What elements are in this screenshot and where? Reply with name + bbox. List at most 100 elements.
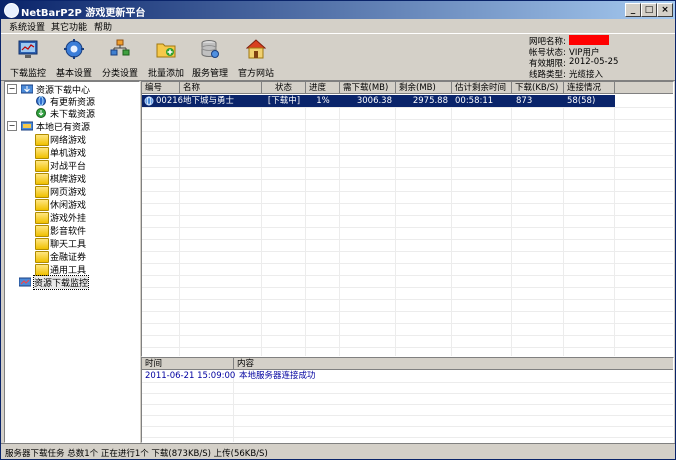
tree-category-item[interactable]: 影音软件 — [35, 224, 135, 237]
grid-row-line — [142, 167, 673, 168]
resource-center-icon — [20, 84, 34, 94]
folder-icon — [35, 264, 49, 276]
tree-category-item[interactable]: 网页游戏 — [35, 185, 135, 198]
tree-category-label: 聊天工具 — [50, 240, 87, 250]
home-icon — [246, 39, 266, 59]
tree-category-item[interactable]: 游戏外挂 — [35, 211, 135, 224]
folder-icon — [35, 147, 49, 159]
tree-category-label: 休闲游戏 — [50, 201, 87, 211]
account-status-row: 帐号状态: VIP用户 — [529, 46, 599, 58]
tree-node-local-resources[interactable]: − 本地已有资源 — [7, 120, 137, 133]
column-header-status[interactable]: 状态 — [262, 82, 306, 94]
expiry-value: 2012-05-25 — [569, 57, 619, 67]
tree-category-item[interactable]: 通用工具 — [35, 263, 135, 276]
monitor-icon — [18, 40, 38, 58]
log-header-content[interactable]: 内容 — [234, 358, 673, 370]
collapse-icon[interactable]: − — [7, 121, 17, 131]
category-icon — [110, 39, 130, 56]
grid-row-line — [142, 107, 673, 108]
grid-row-line — [142, 299, 673, 300]
tree-category-item[interactable]: 金融证券 — [35, 250, 135, 263]
grid-row-line — [142, 131, 673, 132]
grid-divider — [261, 95, 262, 356]
column-header-progress[interactable]: 进度 — [306, 82, 340, 94]
maximize-button[interactable]: □ — [641, 3, 657, 17]
folder-icon — [35, 173, 49, 185]
app-window: NetBarP2P 游戏更新平台 _ □ × 系统设置 其它功能 帮助 下载监控 — [0, 0, 676, 460]
grid-divider — [563, 95, 564, 356]
log-row-line — [142, 415, 673, 416]
folder-icon — [35, 238, 49, 250]
gear-icon — [64, 39, 84, 59]
download-task-grid[interactable]: 编号 名称 状态 进度 需下载(MB) 剩余(MB) 估计剩余时间 下载(KB/… — [141, 81, 674, 357]
column-header-need-download[interactable]: 需下载(MB) — [340, 82, 396, 94]
tree-category-item[interactable]: 对战平台 — [35, 159, 135, 172]
minimize-button[interactable]: _ — [625, 3, 641, 17]
column-header-id[interactable]: 编号 — [142, 82, 180, 94]
grid-divider — [451, 95, 452, 356]
resource-tree[interactable]: − 资源下载中心 有更新资源 未下载资源 − 本地已有资源 网络游戏 单机游戏 … — [4, 81, 140, 443]
menu-help[interactable]: 帮助 — [94, 20, 112, 33]
column-header-eta[interactable]: 估计剩余时间 — [452, 82, 512, 94]
grid-row-line — [142, 155, 673, 156]
grid-row-line — [142, 347, 673, 348]
tree-category-item[interactable]: 网络游戏 — [35, 133, 135, 146]
folder-icon — [35, 212, 49, 224]
column-header-name[interactable]: 名称 — [180, 82, 262, 94]
column-header-speed[interactable]: 下载(KB/S) — [512, 82, 564, 94]
cell-eta: 00:58:11 — [455, 96, 494, 106]
title-bar[interactable]: NetBarP2P 游戏更新平台 _ □ × — [1, 1, 675, 19]
log-header-time[interactable]: 时间 — [142, 358, 234, 370]
grid-row-line — [142, 239, 673, 240]
folder-icon — [35, 134, 49, 146]
grid-row-line — [142, 203, 673, 204]
tree-category-item[interactable]: 单机游戏 — [35, 146, 135, 159]
grid-divider — [614, 95, 615, 356]
server-icon — [201, 40, 219, 58]
cell-need-download: 3006.38 — [356, 96, 392, 106]
grid-divider — [305, 95, 306, 356]
log-panel[interactable]: 时间 内容 2011-06-21 15:09:00 本地服务器连接成功 — [141, 357, 674, 443]
tree-category-item[interactable]: 休闲游戏 — [35, 198, 135, 211]
update-globe-icon — [35, 96, 47, 106]
tree-label-download-monitor: 资源下载监控 — [32, 275, 90, 290]
netbar-name-redacted — [569, 35, 609, 45]
grid-row-line — [142, 323, 673, 324]
local-resources-icon — [20, 121, 34, 131]
tree-category-item[interactable]: 棋牌游戏 — [35, 172, 135, 185]
official-website-button[interactable]: 官方网站 — [233, 36, 279, 79]
grid-row-line — [142, 191, 673, 192]
grid-row-line — [142, 251, 673, 252]
log-time: 2011-06-21 15:09:00 — [145, 371, 236, 381]
tree-node-download-monitor[interactable]: 资源下载监控 — [18, 275, 135, 290]
menu-other-functions[interactable]: 其它功能 — [51, 20, 87, 33]
grid-divider — [179, 95, 180, 356]
folder-icon — [35, 225, 49, 237]
task-globe-icon — [144, 96, 154, 106]
tree-category-label: 网络游戏 — [50, 136, 87, 146]
grid-row-line — [142, 179, 673, 180]
menu-system-settings[interactable]: 系统设置 — [9, 20, 45, 33]
app-globe-icon — [4, 3, 19, 18]
collapse-icon[interactable]: − — [7, 84, 17, 94]
folder-icon — [35, 160, 49, 172]
account-info: 网吧名称: 帐号状态: VIP用户 有效期限: 2012-05-25 线路类型:… — [529, 35, 669, 80]
grid-row-line — [142, 143, 673, 144]
download-monitor-tree-icon — [18, 277, 32, 287]
tree-category-label: 网页游戏 — [50, 188, 87, 198]
tree-node-resource-center[interactable]: − 资源下载中心 — [7, 83, 137, 96]
expiry-row: 有效期限: 2012-05-25 — [529, 57, 618, 69]
column-header-remaining[interactable]: 剩余(MB) — [396, 82, 452, 94]
grid-row-line — [142, 275, 673, 276]
grid-row-line — [142, 227, 673, 228]
tree-label-not-downloaded: 未下载资源 — [50, 110, 96, 120]
column-header-connections[interactable]: 连接情况 — [564, 82, 615, 94]
close-button[interactable]: × — [657, 3, 673, 17]
tree-category-label: 棋牌游戏 — [50, 175, 87, 185]
tree-node-not-downloaded[interactable]: 未下载资源 — [35, 107, 135, 120]
official-website-label: 官方网站 — [237, 69, 274, 79]
tree-category-item[interactable]: 聊天工具 — [35, 237, 135, 250]
log-row-line — [142, 426, 673, 427]
tree-node-updated[interactable]: 有更新资源 — [35, 95, 135, 108]
log-row-line — [142, 393, 673, 394]
